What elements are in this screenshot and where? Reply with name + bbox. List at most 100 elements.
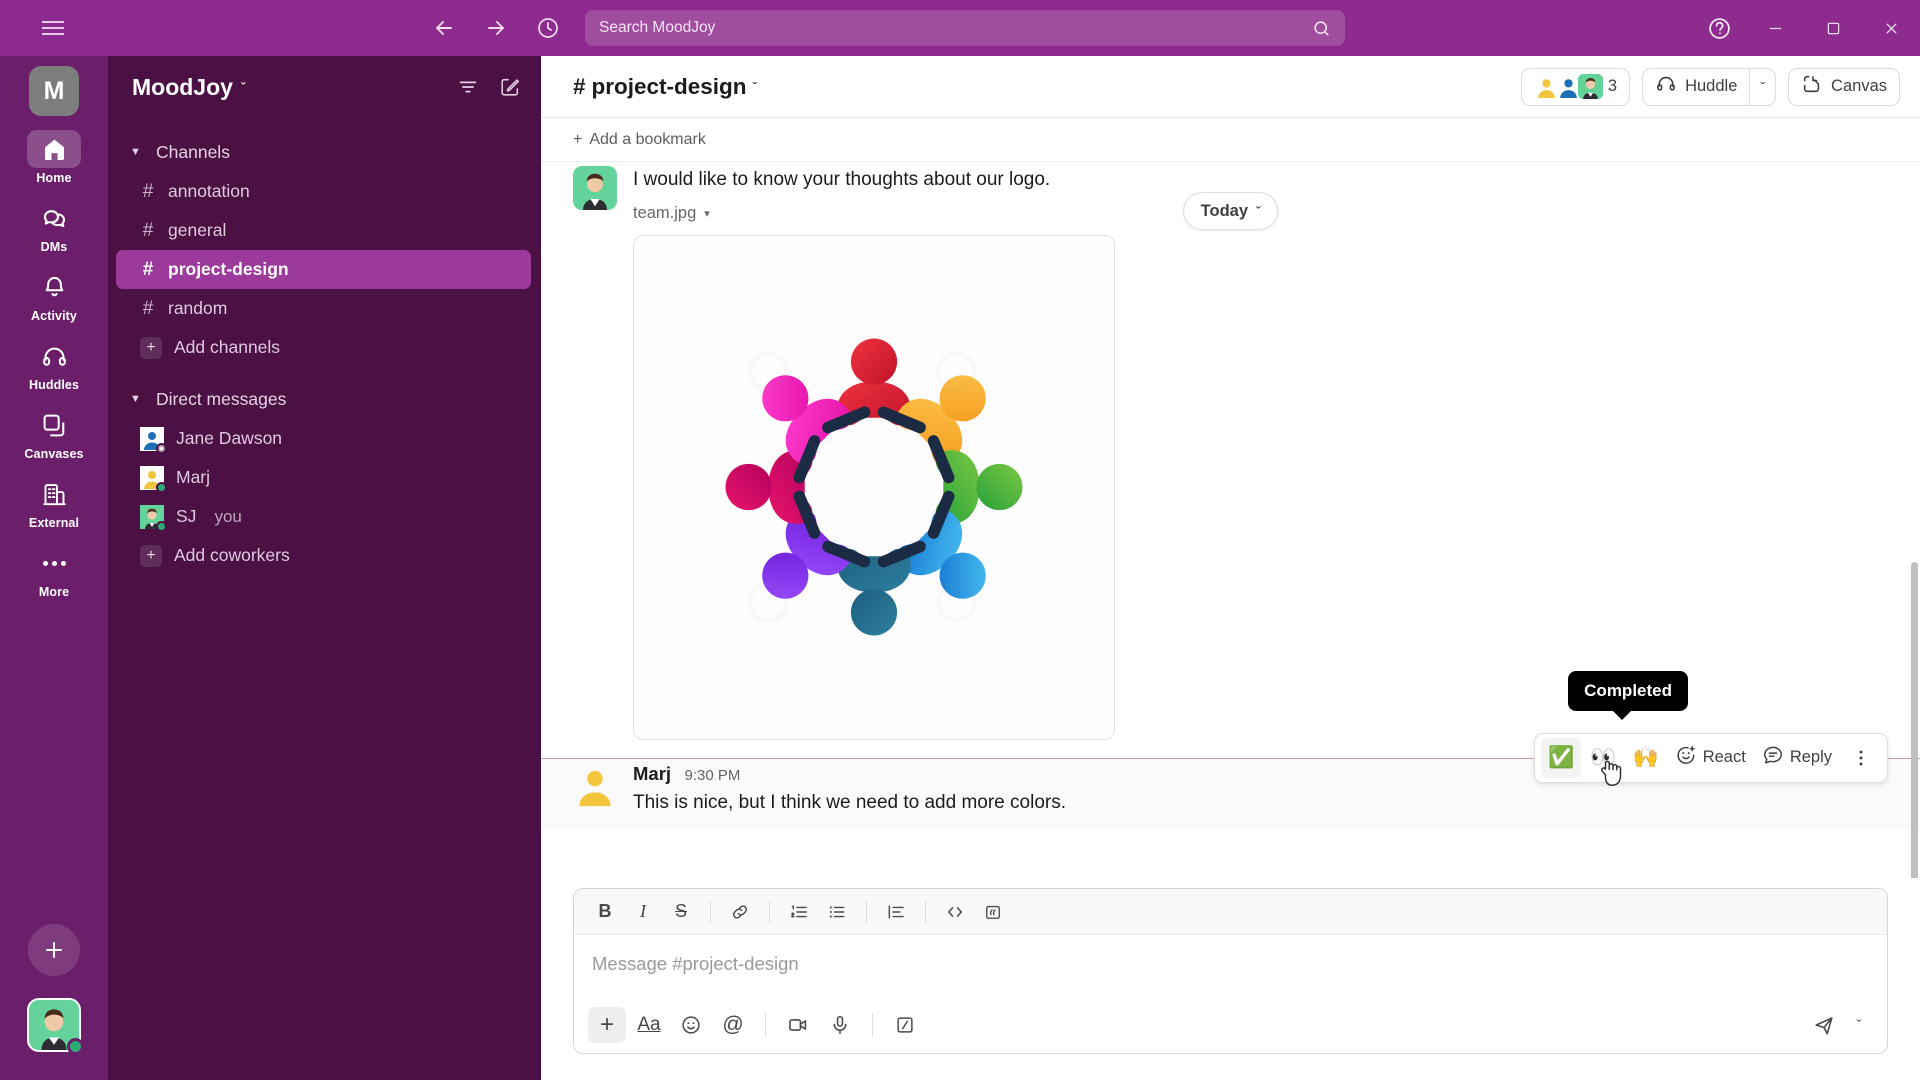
attach-button[interactable]: + bbox=[588, 1007, 626, 1043]
maximize-button[interactable] bbox=[1804, 0, 1862, 56]
rail-item-canvases[interactable]: Canvases bbox=[18, 406, 90, 461]
chevron-down-icon: ˇ bbox=[1760, 78, 1766, 95]
date-divider-chip[interactable]: Today ˇ bbox=[1182, 192, 1279, 230]
canvas-button[interactable]: Canvas bbox=[1788, 67, 1900, 106]
divider bbox=[925, 900, 926, 923]
send-options-button[interactable]: ˇ bbox=[1845, 1007, 1873, 1043]
bold-button[interactable]: B bbox=[588, 896, 622, 928]
mic-button[interactable] bbox=[821, 1007, 859, 1043]
sidebar-item-annotation[interactable]: # annotation bbox=[116, 172, 531, 211]
arrow-right-icon[interactable] bbox=[483, 15, 509, 41]
white-check-mark-emoji[interactable]: ✅ bbox=[1541, 737, 1582, 778]
page-title[interactable]: # project-design ˇ bbox=[573, 74, 757, 100]
hamburger-icon[interactable] bbox=[30, 8, 76, 48]
mention-button[interactable]: @ bbox=[714, 1007, 752, 1043]
sidebar-item-sj[interactable]: SJ you bbox=[116, 497, 531, 536]
bulleted-list-button[interactable] bbox=[820, 896, 854, 928]
react-label: React bbox=[1702, 748, 1746, 767]
minimize-button[interactable] bbox=[1746, 0, 1804, 56]
tooltip-completed: Completed bbox=[1568, 670, 1688, 720]
blockquote-button[interactable] bbox=[879, 896, 913, 928]
channel-label: project-design bbox=[168, 259, 289, 279]
avatar[interactable] bbox=[27, 998, 84, 1055]
link-button[interactable] bbox=[723, 896, 757, 928]
rail-item-huddles[interactable]: Huddles bbox=[18, 337, 90, 392]
section-channels[interactable]: ▼ Channels bbox=[108, 132, 541, 172]
slash-command-button[interactable] bbox=[886, 1007, 924, 1043]
member-count: 3 bbox=[1607, 77, 1618, 95]
strikethrough-button[interactable]: S bbox=[664, 896, 698, 928]
add-bookmark-label: Add a bookmark bbox=[589, 130, 706, 148]
italic-button[interactable]: I bbox=[626, 896, 660, 928]
rail-item-home[interactable]: Home bbox=[18, 130, 90, 185]
add-bookmark-button[interactable]: + Add a bookmark bbox=[573, 131, 706, 149]
members-button[interactable]: 3 bbox=[1520, 67, 1631, 106]
headphones-icon bbox=[27, 337, 81, 375]
divider bbox=[769, 900, 770, 923]
help-circle-icon[interactable] bbox=[1692, 5, 1746, 51]
workspace-name: MoodJoy bbox=[132, 73, 233, 100]
emoji-glyph: ✅ bbox=[1548, 746, 1575, 770]
channel-name: project-design bbox=[591, 73, 747, 99]
formatting-toolbar: B I S bbox=[574, 889, 1887, 935]
clock-icon[interactable] bbox=[535, 15, 561, 41]
plus-icon: + bbox=[573, 130, 583, 148]
rail-label: Canvases bbox=[24, 447, 84, 461]
channel-sidebar: MoodJoy ˇ ▼ Channels # annotation # gene… bbox=[108, 56, 541, 1080]
message-timestamp: 9:30 PM bbox=[684, 766, 741, 784]
image-attachment[interactable] bbox=[633, 234, 1115, 740]
code-block-button[interactable] bbox=[976, 896, 1010, 928]
rail-bottom bbox=[27, 924, 84, 1080]
scrollbar-thumb[interactable] bbox=[1911, 562, 1918, 878]
workspace-badge[interactable]: M bbox=[29, 66, 79, 116]
rail-item-more[interactable]: More bbox=[18, 544, 90, 599]
workspace-name-button[interactable]: MoodJoy ˇ bbox=[132, 74, 245, 101]
formatting-button[interactable]: Aa bbox=[630, 1007, 668, 1043]
sidebar-item-project-design[interactable]: # project-design bbox=[116, 250, 531, 289]
sidebar-item-random[interactable]: # random bbox=[116, 289, 531, 328]
more-vertical-icon[interactable] bbox=[1841, 738, 1881, 778]
message-input[interactable]: Message #project-design bbox=[574, 935, 1887, 997]
sidebar-item-general[interactable]: # general bbox=[116, 211, 531, 250]
arrow-left-icon[interactable] bbox=[431, 15, 457, 41]
hash-icon: # bbox=[142, 180, 154, 202]
rail-item-dms[interactable]: DMs bbox=[18, 199, 90, 254]
send-button[interactable] bbox=[1805, 1007, 1843, 1043]
sidebar-actions bbox=[457, 76, 521, 98]
reply-button[interactable]: Reply bbox=[1755, 738, 1839, 778]
add-coworkers-button[interactable]: + Add coworkers bbox=[116, 536, 531, 575]
message-composer: B I S Message #project-design + Aa @ ˇ bbox=[573, 888, 1888, 1054]
headphones-icon bbox=[1655, 73, 1677, 100]
hash-icon: # bbox=[142, 219, 154, 241]
avatar bbox=[140, 504, 167, 532]
compose-icon[interactable] bbox=[499, 76, 521, 98]
dm-label: SJ bbox=[176, 506, 197, 526]
video-button[interactable] bbox=[779, 1007, 817, 1043]
ordered-list-button[interactable] bbox=[782, 896, 816, 928]
sidebar-item-marj[interactable]: Marj bbox=[116, 458, 531, 497]
presence-online-icon bbox=[156, 520, 167, 532]
huddle-options-button[interactable]: ˇ bbox=[1749, 67, 1777, 106]
chevron-down-icon: ˇ bbox=[752, 78, 758, 95]
raised-hands-emoji[interactable]: 🙌 bbox=[1626, 738, 1666, 778]
huddle-button[interactable]: Huddle bbox=[1642, 67, 1750, 106]
sidebar-item-jane-dawson[interactable]: Jane Dawson bbox=[116, 419, 531, 458]
emoji-button[interactable] bbox=[672, 1007, 710, 1043]
filter-icon[interactable] bbox=[457, 76, 479, 98]
search-icon bbox=[1312, 19, 1331, 38]
section-direct-messages[interactable]: ▼ Direct messages bbox=[108, 379, 541, 419]
close-button[interactable] bbox=[1862, 0, 1920, 56]
ellipsis-icon bbox=[42, 544, 66, 582]
team-logo-image bbox=[709, 322, 1039, 653]
rail-item-external[interactable]: External bbox=[18, 475, 90, 530]
channel-header-actions: 3 Huddle ˇ Canvas bbox=[1520, 67, 1900, 106]
avatar bbox=[573, 762, 617, 807]
rail-item-activity[interactable]: Activity bbox=[18, 268, 90, 323]
add-channels-button[interactable]: + Add channels bbox=[116, 328, 531, 367]
sidebar-list: ▼ Channels # annotation # general # proj… bbox=[108, 118, 541, 575]
hash-icon: # bbox=[573, 73, 586, 99]
new-item-button[interactable] bbox=[28, 924, 80, 976]
search-input[interactable]: Search MoodJoy bbox=[585, 10, 1345, 46]
code-button[interactable] bbox=[938, 896, 972, 928]
react-button[interactable]: React bbox=[1668, 738, 1753, 778]
